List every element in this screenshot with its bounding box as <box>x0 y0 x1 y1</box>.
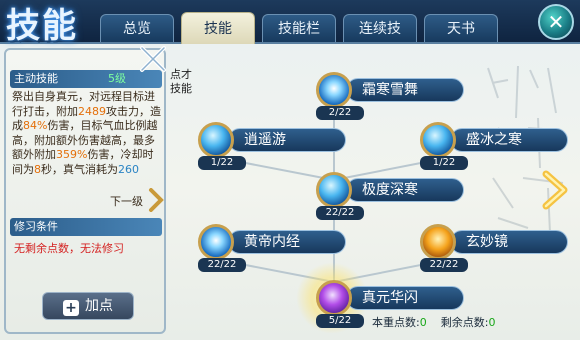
skill-points: 1/22 <box>198 156 246 170</box>
tab-combo[interactable]: 连续技 <box>343 14 417 42</box>
window-title: 技能 <box>6 6 78 46</box>
skill-points: 22/22 <box>316 206 364 220</box>
skill-tree-label-line1: 点才 <box>170 68 192 81</box>
tab-skills[interactable]: 技能 <box>181 12 255 44</box>
desc-cooldown: 8 <box>34 162 41 176</box>
points-footer: 本重点数:0 剩余点数:0 <box>372 314 495 330</box>
tab-tianshu[interactable]: 天书 <box>424 14 498 42</box>
desc-damage-percent: 84% <box>23 119 48 132</box>
desc-mana-cost: 260 <box>118 162 139 176</box>
desc-extra-percent: 359% <box>56 148 88 161</box>
frost-swirl-icon <box>316 72 352 108</box>
add-point-button[interactable]: + 加点 <box>42 292 134 320</box>
skill-node-frost-snow-dance[interactable]: 霜寒雪舞 2/22 <box>316 72 516 120</box>
skill-window: 技能 总览 技能 技能栏 连续技 天书 ✕ 主动技能 5级 祭出自身真元，对远程… <box>0 0 580 340</box>
skill-points: 2/22 <box>316 106 364 120</box>
points-label: 本重点数: <box>372 316 420 329</box>
training-condition-text: 无剩余点数，无法修习 <box>14 242 124 255</box>
skill-points: 22/22 <box>198 258 246 272</box>
water-orb-icon <box>198 224 234 260</box>
ice-crystal-icon <box>198 122 234 158</box>
skill-description: 祭出自身真元，对远程目标进行打击，附加2489攻击力，造成84%伤害，目标气血比… <box>12 90 162 177</box>
skill-tree-label: 点才 技能 <box>170 68 192 96</box>
remaining-label: 剩余点数: <box>440 316 489 329</box>
tab-skill-bar[interactable]: 技能栏 <box>262 14 336 42</box>
skill-level: 5级 <box>108 72 126 85</box>
tab-overview[interactable]: 总览 <box>100 14 174 42</box>
crossed-swords-icon <box>140 46 166 72</box>
close-icon: ✕ <box>547 10 565 34</box>
points-value: 0 <box>419 316 427 329</box>
skill-detail-panel: 主动技能 5级 祭出自身真元，对远程目标进行打击，附加2489攻击力，造成84%… <box>4 48 166 334</box>
skill-name: 极度深寒 <box>362 182 418 198</box>
skill-points: 22/22 <box>420 258 468 272</box>
skill-name: 玄妙镜 <box>466 234 508 250</box>
skill-node-xiaoyao[interactable]: 逍遥游 1/22 <box>198 122 398 170</box>
skill-node-mystic-mirror[interactable]: 玄妙镜 22/22 <box>420 224 580 272</box>
skill-name: 盛冰之寒 <box>466 132 522 148</box>
ice-burst-icon <box>316 172 352 208</box>
active-skill-title: 主动技能 <box>14 72 58 85</box>
skill-tree-label-line2: 技能 <box>170 82 192 95</box>
ice-shard-icon <box>420 122 456 158</box>
next-level-arrow-icon[interactable] <box>147 188 165 212</box>
skill-node-huangdi[interactable]: 黄帝内经 22/22 <box>198 224 398 272</box>
skill-points: 1/22 <box>420 156 468 170</box>
skill-node-deep-cold[interactable]: 极度深寒 22/22 <box>316 172 516 220</box>
close-button[interactable]: ✕ <box>538 4 574 40</box>
next-level-label[interactable]: 下一级 <box>110 193 143 209</box>
training-condition-header: 修习条件 <box>10 218 162 236</box>
skill-points: 5/22 <box>316 314 364 328</box>
skill-name: 真元华闪 <box>362 290 418 306</box>
skill-node-ice-cold[interactable]: 盛冰之寒 1/22 <box>420 122 580 170</box>
next-page-arrow-icon[interactable] <box>540 170 570 210</box>
skill-name: 黄帝内经 <box>244 234 300 250</box>
top-bar: 技能 总览 技能 技能栏 连续技 天书 ✕ <box>0 0 580 46</box>
skill-name: 逍遥游 <box>244 132 286 148</box>
purple-orb-icon <box>316 280 352 316</box>
remaining-value: 0 <box>488 316 496 329</box>
plus-icon: + <box>63 300 79 316</box>
fire-mirror-icon <box>420 224 456 260</box>
training-condition-title: 修习条件 <box>14 220 58 233</box>
add-point-label: 加点 <box>85 298 113 314</box>
desc-attack-value: 2489 <box>78 104 106 118</box>
skill-name: 霜寒雪舞 <box>362 82 418 98</box>
desc-text: 秒，真气消耗为 <box>41 162 118 176</box>
